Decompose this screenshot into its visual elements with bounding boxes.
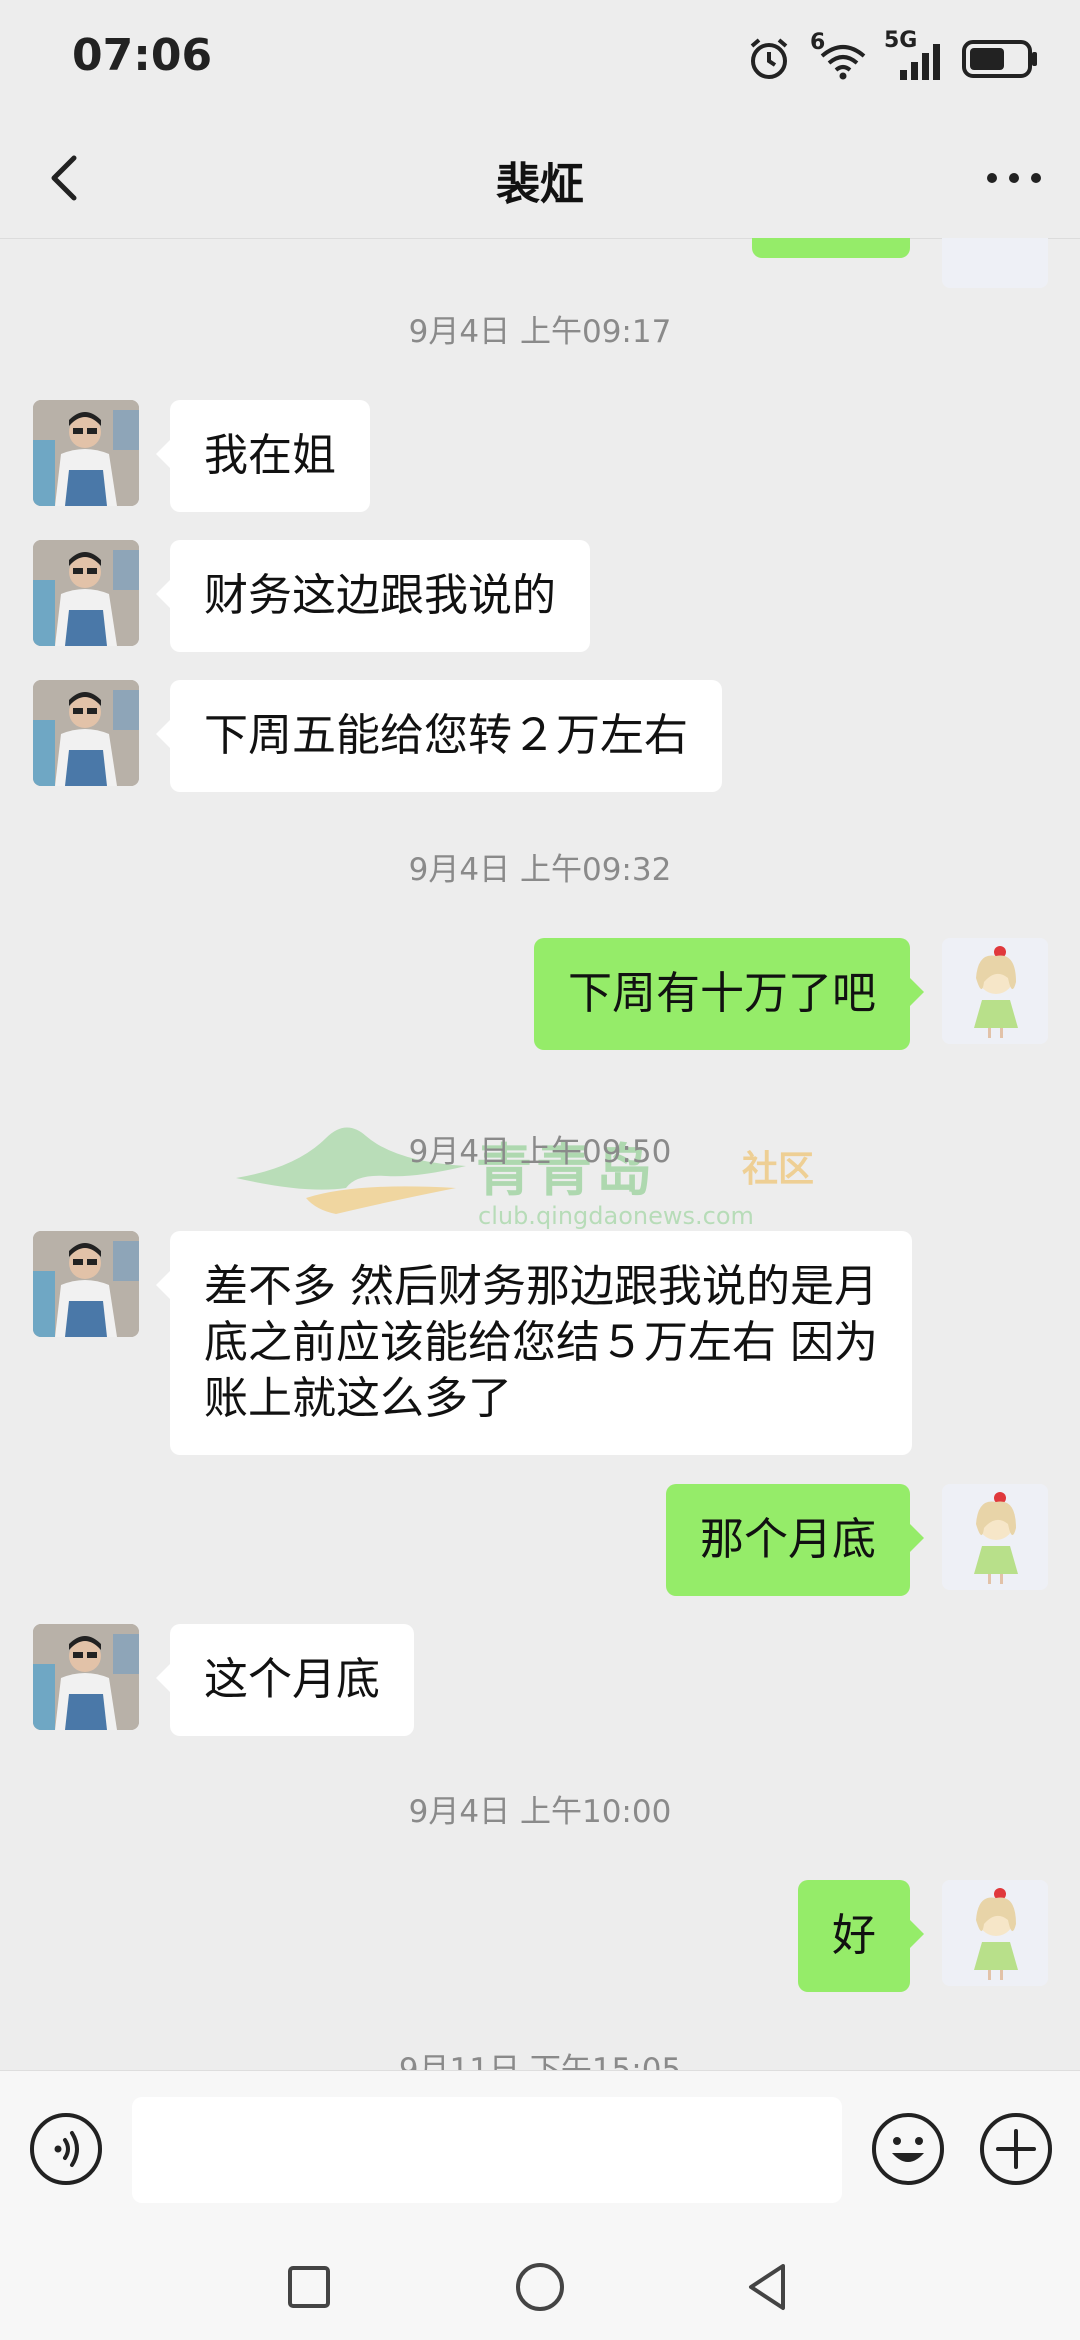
emoji-icon[interactable]: [870, 2111, 946, 2187]
battery-icon: [962, 40, 1037, 78]
contact-photo: [33, 1231, 139, 1337]
input-bar: [0, 2070, 1080, 2231]
sent-message-bubble[interactable]: 好: [798, 1880, 924, 1992]
more-icon[interactable]: [978, 146, 1050, 210]
received-message-bubble[interactable]: 下周五能给您转２万左右: [156, 680, 722, 792]
sent-message-bubble[interactable]: 下周有十万了吧: [534, 938, 924, 1050]
timestamp: 9月4日 上午09:17: [408, 314, 672, 350]
contact-avatar[interactable]: [33, 400, 139, 506]
my-avatar[interactable]: [942, 938, 1048, 1044]
voice-icon[interactable]: [28, 2111, 104, 2187]
contact-avatar[interactable]: [33, 540, 139, 646]
signal-group: 5G: [884, 28, 944, 82]
timestamp: 9月4日 上午09:32: [408, 852, 672, 888]
signal-icon: [900, 44, 940, 80]
my-avatar[interactable]: [942, 238, 1048, 288]
contact-avatar[interactable]: [33, 680, 139, 786]
received-message-bubble[interactable]: 财务这边跟我说的: [156, 540, 590, 652]
chat-header: 裴炡: [0, 120, 1080, 239]
partial-message-bubble[interactable]: [752, 238, 910, 258]
contact-photo: [33, 400, 139, 506]
recents-square-icon[interactable]: [274, 2252, 344, 2322]
contact-avatar[interactable]: [33, 1231, 139, 1337]
back-triangle-icon[interactable]: [733, 2252, 803, 2322]
home-circle-icon[interactable]: [505, 2252, 575, 2322]
my-avatar-illustration: [942, 1484, 1048, 1590]
received-message-bubble[interactable]: 差不多 然后财务那边跟我说的是月底之前应该能给您结５万左右 因为账上就这么多了: [156, 1231, 912, 1455]
chat-title: 裴炡: [496, 159, 584, 210]
wifi-icon: [820, 45, 866, 80]
contact-photo: [33, 1624, 139, 1730]
my-avatar[interactable]: [942, 1880, 1048, 1986]
message-input[interactable]: [132, 2097, 842, 2203]
my-avatar-illustration: [942, 938, 1048, 1044]
system-navigation-bar: [0, 2230, 1080, 2340]
status-bar: 07:06 6 5G: [0, 0, 1080, 120]
contact-photo: [33, 680, 139, 786]
contact-photo: [33, 540, 139, 646]
status-time: 07:06: [72, 30, 213, 81]
status-icons: 6 5G: [746, 28, 1040, 84]
plus-icon[interactable]: [978, 2111, 1054, 2187]
received-message-bubble[interactable]: 这个月底: [156, 1624, 414, 1736]
sent-message-bubble[interactable]: 那个月底: [666, 1484, 924, 1596]
watermark-url: club.qingdaonews.com: [478, 1202, 754, 1230]
message-list[interactable]: 9月4日 上午09:17 我在姐 财务这边跟我说的 下周五能给您转２万左右 9月…: [0, 238, 1080, 2070]
received-message-bubble[interactable]: 我在姐: [156, 400, 370, 512]
alarm-icon: [750, 38, 788, 79]
wifi-group: 6: [810, 30, 866, 82]
timestamp: 9月4日 上午10:00: [408, 1794, 672, 1830]
contact-avatar[interactable]: [33, 1624, 139, 1730]
timestamp: 9月4日 上午09:50: [408, 1134, 672, 1170]
my-avatar[interactable]: [942, 1484, 1048, 1590]
timestamp: 9月11日 下午15:05: [398, 2052, 682, 2070]
my-avatar-illustration: [942, 1880, 1048, 1986]
